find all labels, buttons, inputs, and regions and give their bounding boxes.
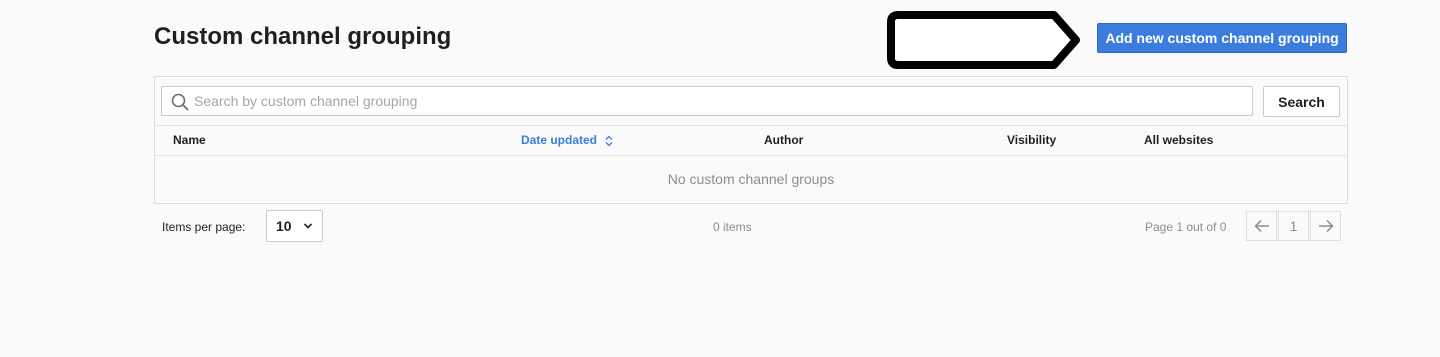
items-per-page-label: Items per page:: [162, 220, 246, 234]
annotation-arrow-shape: [887, 11, 1080, 69]
column-header-name[interactable]: Name: [173, 133, 206, 147]
search-input[interactable]: [194, 87, 1244, 115]
column-header-visibility[interactable]: Visibility: [1007, 133, 1056, 147]
search-box[interactable]: [161, 86, 1253, 116]
sort-icon: [605, 135, 613, 147]
next-page-button[interactable]: [1310, 211, 1341, 241]
empty-state-message: No custom channel groups: [667, 171, 835, 187]
add-custom-channel-grouping-button[interactable]: Add new custom channel grouping: [1097, 23, 1347, 53]
table-footer: Items per page: 10 0 items Page 1 out of…: [154, 210, 1348, 243]
column-header-date-updated-label: Date updated: [521, 133, 598, 147]
page: Custom channel grouping Add new custom c…: [0, 0, 1440, 357]
chevron-down-icon: [303, 223, 313, 229]
items-per-page-select[interactable]: 10: [266, 210, 323, 242]
search-button[interactable]: Search: [1263, 86, 1340, 117]
previous-page-button[interactable]: [1246, 211, 1277, 241]
page-info: Page 1 out of 0: [1145, 220, 1227, 234]
items-per-page-value: 10: [276, 218, 292, 234]
grouping-table-panel: Search Name Date updated Author Visibili…: [154, 76, 1348, 204]
table-header: Name Date updated Author Visibility All …: [155, 126, 1347, 156]
page-title: Custom channel grouping: [154, 23, 452, 50]
current-page-button[interactable]: 1: [1278, 211, 1309, 241]
column-header-all-websites[interactable]: All websites: [1144, 133, 1213, 147]
items-count: 0 items: [713, 220, 752, 234]
column-header-author[interactable]: Author: [764, 133, 803, 147]
column-header-date-updated[interactable]: Date updated: [521, 133, 613, 147]
arrow-right-icon: [1318, 219, 1334, 233]
search-row: Search: [155, 77, 1347, 126]
arrow-left-icon: [1253, 219, 1269, 233]
pagination: 1: [1246, 211, 1341, 241]
search-icon: [171, 93, 189, 111]
